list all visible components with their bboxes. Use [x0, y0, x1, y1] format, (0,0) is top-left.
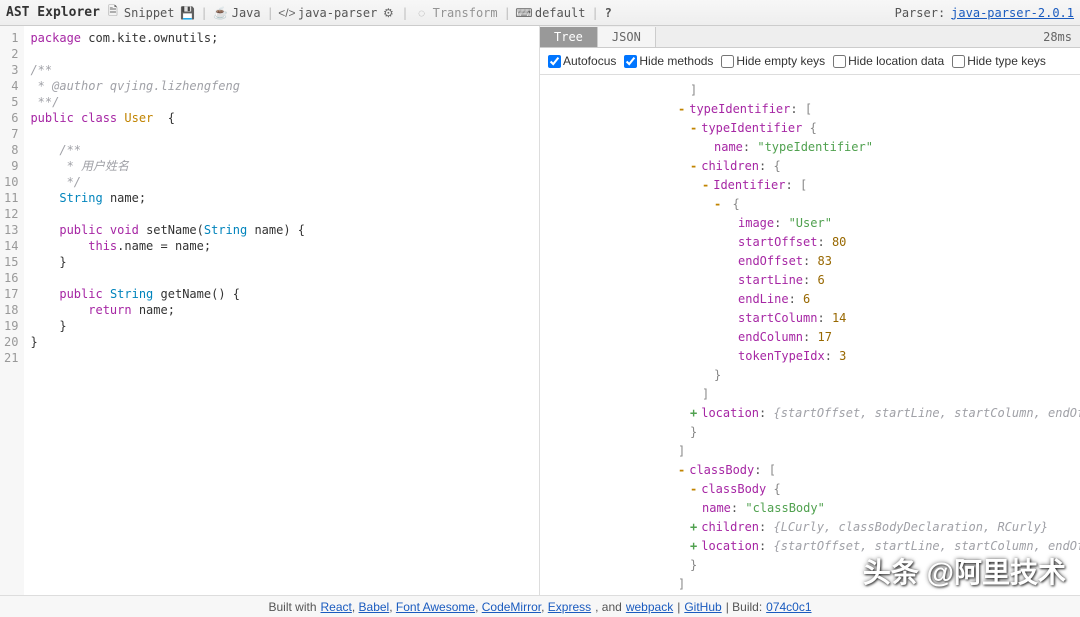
- toggle-icon: ◌: [415, 6, 429, 20]
- snippet-button[interactable]: 🗎Snippet: [106, 6, 175, 20]
- tree-node[interactable]: - {: [546, 195, 1070, 214]
- collapse-icon[interactable]: -: [714, 197, 721, 211]
- tree-node[interactable]: -classBody {: [546, 480, 1070, 499]
- collapse-icon[interactable]: -: [678, 463, 685, 477]
- footer-link-webpack[interactable]: webpack: [626, 600, 673, 614]
- tree-node[interactable]: -typeIdentifier: [: [546, 100, 1070, 119]
- tree-options: Autofocus Hide methods Hide empty keys H…: [540, 48, 1080, 75]
- tree-node[interactable]: }: [546, 423, 1070, 442]
- code-icon: </>: [280, 6, 294, 20]
- gear-icon[interactable]: ⚙: [381, 6, 395, 20]
- collapse-icon[interactable]: -: [690, 159, 697, 173]
- footer: Built with React, Babel, Font Awesome, C…: [0, 595, 1080, 617]
- ast-tree[interactable]: ]-typeIdentifier: [-typeIdentifier {name…: [540, 75, 1080, 595]
- tree-node[interactable]: image: "User": [546, 214, 1070, 233]
- help-button[interactable]: ?: [605, 6, 612, 20]
- tab-tree[interactable]: Tree: [540, 27, 598, 47]
- check-autofocus[interactable]: Autofocus: [548, 54, 616, 68]
- parser-info-label: Parser:: [895, 6, 946, 20]
- tree-node[interactable]: +location: {startOffset, startLine, star…: [546, 537, 1070, 556]
- footer-link[interactable]: Font Awesome: [396, 600, 475, 614]
- tree-node[interactable]: name: "typeIdentifier": [546, 138, 1070, 157]
- tree-node[interactable]: startOffset: 80: [546, 233, 1070, 252]
- footer-link[interactable]: React: [321, 600, 352, 614]
- expand-icon[interactable]: +: [690, 520, 697, 534]
- tree-node[interactable]: startLine: 6: [546, 271, 1070, 290]
- collapse-icon[interactable]: -: [702, 178, 709, 192]
- parse-timing: 28ms: [1035, 30, 1080, 44]
- footer-link[interactable]: CodeMirror: [482, 600, 541, 614]
- tree-node[interactable]: }: [546, 556, 1070, 575]
- check-hide-type[interactable]: Hide type keys: [952, 54, 1046, 68]
- tree-node[interactable]: ]: [546, 442, 1070, 461]
- expand-icon[interactable]: +: [690, 539, 697, 553]
- app-title: AST Explorer: [6, 5, 100, 20]
- toolbar: AST Explorer 🗎Snippet 💾 | ☕Java | </>jav…: [0, 0, 1080, 26]
- java-icon: ☕: [214, 6, 228, 20]
- tree-node[interactable]: endColumn: 17: [546, 328, 1070, 347]
- footer-commit-link[interactable]: 074c0c1: [766, 600, 811, 614]
- tree-node[interactable]: -classBody: [: [546, 461, 1070, 480]
- check-hide-location[interactable]: Hide location data: [833, 54, 944, 68]
- tree-node[interactable]: endOffset: 83: [546, 252, 1070, 271]
- transform-button[interactable]: ◌Transform: [415, 6, 498, 20]
- tree-node[interactable]: name: "classBody": [546, 499, 1070, 518]
- line-gutter: 123456789101112131415161718192021: [0, 26, 24, 595]
- file-icon: 🗎: [106, 6, 120, 20]
- collapse-icon[interactable]: -: [690, 482, 697, 496]
- keyboard-icon: ⌨: [517, 6, 531, 20]
- code-content[interactable]: package com.kite.ownutils; /** * @author…: [24, 26, 311, 595]
- tree-node[interactable]: endLine: 6: [546, 290, 1070, 309]
- output-tabs: Tree JSON 28ms: [540, 26, 1080, 48]
- main-split: 123456789101112131415161718192021 packag…: [0, 26, 1080, 595]
- default-button[interactable]: ⌨default: [517, 6, 586, 20]
- code-editor-panel[interactable]: 123456789101112131415161718192021 packag…: [0, 26, 540, 595]
- tab-json[interactable]: JSON: [598, 27, 656, 47]
- footer-link[interactable]: Express: [548, 600, 591, 614]
- check-hide-methods[interactable]: Hide methods: [624, 54, 713, 68]
- tree-node[interactable]: ]: [546, 81, 1070, 100]
- expand-icon[interactable]: +: [690, 406, 697, 420]
- tree-node[interactable]: ]: [546, 575, 1070, 594]
- parser-button[interactable]: </>java-parser⚙: [280, 6, 395, 20]
- tree-node[interactable]: startColumn: 14: [546, 309, 1070, 328]
- tree-node[interactable]: +children: {LCurly, classBodyDeclaration…: [546, 518, 1070, 537]
- save-icon[interactable]: 💾: [181, 6, 195, 20]
- parser-version-link[interactable]: java-parser-2.0.1: [951, 6, 1074, 20]
- footer-link-github[interactable]: GitHub: [684, 600, 721, 614]
- tree-node[interactable]: -typeIdentifier {: [546, 119, 1070, 138]
- tree-node[interactable]: -Identifier: [: [546, 176, 1070, 195]
- tree-node[interactable]: }: [546, 366, 1070, 385]
- tree-node[interactable]: tokenTypeIdx: 3: [546, 347, 1070, 366]
- check-hide-empty[interactable]: Hide empty keys: [721, 54, 825, 68]
- output-panel: Tree JSON 28ms Autofocus Hide methods Hi…: [540, 26, 1080, 595]
- tree-node[interactable]: ]: [546, 385, 1070, 404]
- language-button[interactable]: ☕Java: [214, 6, 261, 20]
- collapse-icon[interactable]: -: [678, 102, 685, 116]
- tree-node[interactable]: +location: {startOffset, startLine, star…: [546, 404, 1070, 423]
- collapse-icon[interactable]: -: [690, 121, 697, 135]
- footer-link[interactable]: Babel: [359, 600, 390, 614]
- tree-node[interactable]: -children: {: [546, 157, 1070, 176]
